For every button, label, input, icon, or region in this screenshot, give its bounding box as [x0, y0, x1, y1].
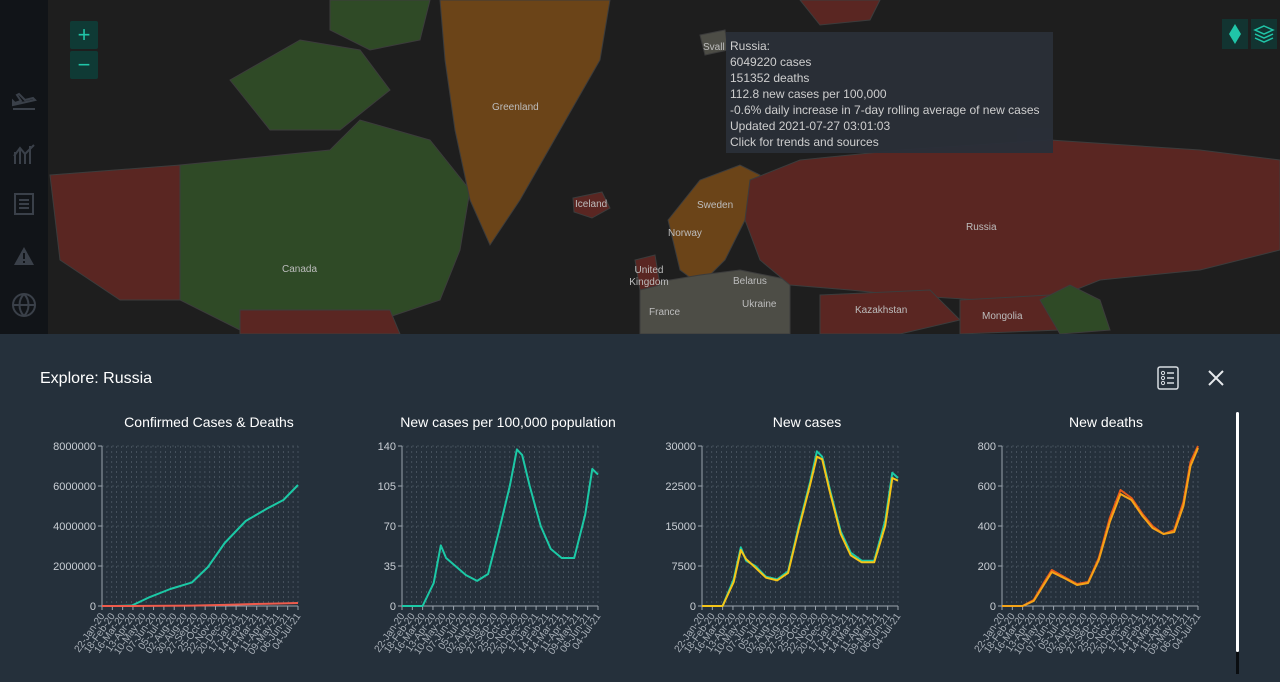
map-label-france: France: [649, 307, 681, 318]
y-tick-label: 70: [384, 521, 396, 533]
tooltip-country: Russia:: [730, 39, 771, 53]
y-tick-label: 15000: [665, 521, 696, 533]
chart-new-cases-per-100k[interactable]: 1401057035022-Jan-2018-Feb-2016-Mar-2013…: [340, 436, 610, 676]
map-label-norway: Norway: [668, 228, 702, 239]
diamond-icon: [1229, 24, 1241, 44]
zoom-out-button[interactable]: −: [70, 51, 98, 79]
y-tick-label: 8000000: [53, 441, 96, 453]
tooltip-new-cases-per-100k: 112.8 new cases per 100,000: [730, 87, 887, 101]
y-tick-label: 200: [978, 561, 996, 573]
y-tick-label: 0: [390, 601, 396, 613]
chart-title-new-cases-per-100k: New cases per 100,000 population: [400, 414, 616, 430]
warning-icon[interactable]: [10, 242, 38, 270]
chart-new-cases[interactable]: 3000022500150007500022-Jan-2018-Feb-2016…: [640, 436, 910, 676]
scrollbar[interactable]: [1236, 412, 1239, 652]
zoom-in-button[interactable]: +: [70, 21, 98, 49]
y-tick-label: 0: [690, 601, 696, 613]
y-tick-label: 105: [378, 481, 396, 493]
y-tick-label: 7500: [672, 561, 696, 573]
list-icon[interactable]: [10, 190, 38, 218]
panel-title: Explore: Russia: [40, 370, 153, 387]
tooltip-daily-increase: -0.6% daily increase in 7-day rolling av…: [730, 103, 1040, 117]
tooltip-updated: Updated 2021-07-27 03:01:03: [730, 119, 891, 133]
close-icon: [1208, 370, 1224, 386]
y-tick-label: 0: [990, 601, 996, 613]
tooltip-click-hint: Click for trends and sources: [730, 135, 879, 149]
checklist-icon: [1157, 366, 1179, 390]
map-label-svalbard: Svall: [703, 42, 725, 53]
map-label-kazakhstan: Kazakhstan: [855, 305, 908, 316]
chart-new-deaths[interactable]: 800600400200022-Jan-2018-Feb-2016-Mar-20…: [940, 436, 1210, 676]
sidebar: [0, 0, 48, 334]
airplane-icon[interactable]: [10, 88, 38, 116]
map-label-sweden: Sweden: [697, 200, 734, 211]
world-map[interactable]: + − Greenland Svall Iceland Sweden Norwa…: [0, 0, 1280, 334]
scrollbar-track[interactable]: [1236, 652, 1239, 674]
chart-title-confirmed: Confirmed Cases & Deaths: [124, 414, 294, 430]
chart-title-new-deaths: New deaths: [1069, 414, 1143, 430]
map-label-greenland: Greenland: [492, 102, 539, 113]
y-tick-label: 800: [978, 441, 996, 453]
map-label-united-kingdom: United Kingdom: [629, 265, 669, 288]
map-label-belarus: Belarus: [733, 276, 767, 287]
tooltip-cases: 6049220 cases: [730, 55, 812, 69]
chart-confirmed-cases-deaths[interactable]: 8000000600000040000002000000022-Jan-2018…: [40, 436, 310, 676]
y-tick-label: 140: [378, 441, 396, 453]
y-tick-label: 30000: [665, 441, 696, 453]
y-tick-label: 400: [978, 521, 996, 533]
chart-title-new-cases: New cases: [772, 414, 842, 430]
tooltip-deaths: 151352 deaths: [730, 71, 810, 85]
close-button[interactable]: [1206, 368, 1226, 388]
list-view-button[interactable]: [1157, 366, 1179, 390]
country-tooltip[interactable]: Russia: 6049220 cases 151352 deaths 112.…: [726, 32, 1053, 153]
y-tick-label: 2000000: [53, 561, 96, 573]
trends-icon[interactable]: [10, 140, 38, 168]
y-tick-label: 0: [90, 601, 96, 613]
explore-panel: Explore: Russia Confirmed Cases & Deaths…: [0, 334, 1280, 682]
y-tick-label: 22500: [665, 481, 696, 493]
map-label-iceland: Iceland: [575, 199, 608, 210]
globe-icon[interactable]: [10, 291, 38, 319]
map-label-mongolia: Mongolia: [982, 311, 1023, 322]
map-label-canada: Canada: [282, 264, 318, 275]
layers-icon: [1253, 25, 1275, 43]
y-tick-label: 600: [978, 481, 996, 493]
y-tick-label: 6000000: [53, 481, 96, 493]
y-tick-label: 35: [384, 561, 396, 573]
layers-button[interactable]: [1251, 19, 1277, 49]
map-theme-button[interactable]: [1222, 19, 1248, 49]
map-label-ukraine: Ukraine: [742, 299, 777, 310]
map-label-russia: Russia: [966, 222, 997, 233]
y-tick-label: 4000000: [53, 521, 96, 533]
